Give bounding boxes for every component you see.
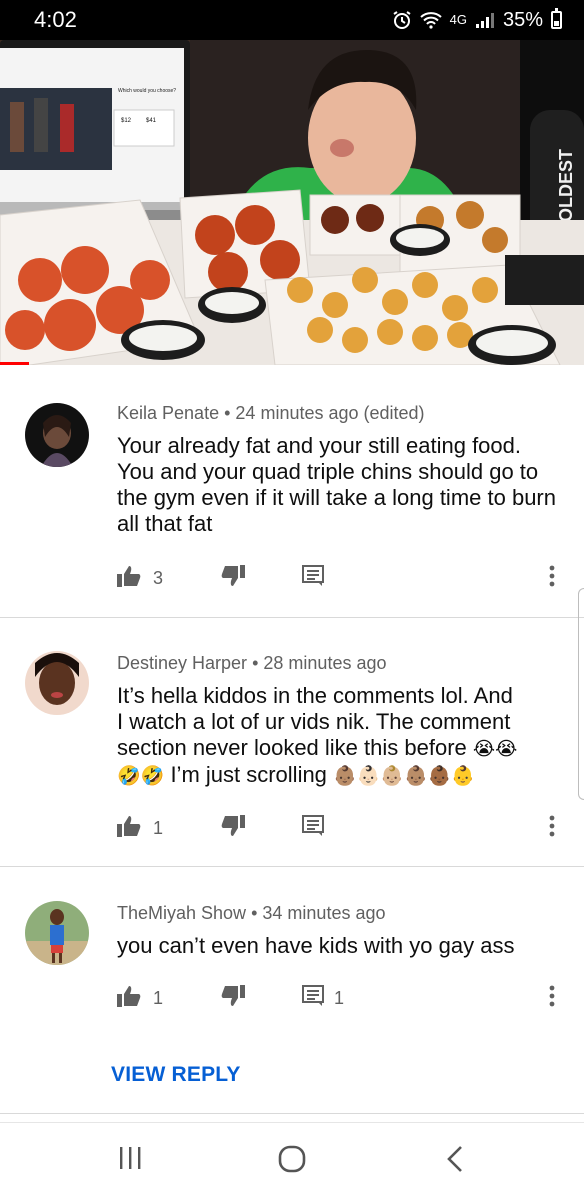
scrollbar-handle[interactable] <box>578 588 584 800</box>
avatar[interactable] <box>25 651 89 715</box>
comment-time: 28 minutes ago <box>263 653 387 673</box>
comment-text: Your already fat and your still eating f… <box>117 433 556 536</box>
battery-fill <box>554 21 559 26</box>
comment-divider <box>0 617 584 618</box>
view-reply-button[interactable]: VIEW REPLY <box>111 1063 241 1087</box>
dislike-button[interactable] <box>221 815 245 842</box>
comment-icon <box>302 985 324 1012</box>
alarm-icon <box>392 10 412 30</box>
reply-count: 1 <box>334 988 345 1008</box>
video-frame: Which would you choose? $12 $41 COLDEST <box>0 40 584 365</box>
comment-meta: Keila Penate • 24 minutes ago (edited) <box>117 403 425 424</box>
comment-text: It’s hella kiddos in the comments lol. A… <box>117 683 557 789</box>
comment-line: section never looked like this before 😭😭 <box>117 735 557 762</box>
avatar[interactable] <box>25 403 89 467</box>
comment-line: I watch a lot of ur vids nik. The commen… <box>117 709 511 734</box>
comment-actions: 1 <box>117 815 567 845</box>
more-vert-icon <box>549 565 555 592</box>
comment-meta: Destiney Harper • 28 minutes ago <box>117 653 387 674</box>
meta-separator: • <box>251 903 258 923</box>
status-time: 4:02 <box>34 7 77 32</box>
battery-icon <box>551 8 562 29</box>
video-progress-bar[interactable] <box>0 362 30 365</box>
thumbs-down-icon <box>221 565 245 592</box>
like-button[interactable]: 1 <box>117 815 163 842</box>
comment-text: you can’t even have kids with yo gay ass <box>117 933 515 958</box>
battery-percent: 35% <box>502 8 543 31</box>
more-vert-icon <box>549 985 555 1012</box>
video-player[interactable]: Which would you choose? $12 $41 COLDEST <box>0 40 584 365</box>
more-options-button[interactable] <box>549 565 555 592</box>
comment-line: 🤣🤣 I’m just scrolling 👶🏽👶🏻👶🏼👶🏽👶🏾👶 <box>117 762 557 789</box>
thumbs-down-icon <box>221 815 245 842</box>
comment-author[interactable]: Keila Penate <box>117 403 219 423</box>
more-options-button[interactable] <box>549 815 555 842</box>
comment-author[interactable]: TheMiyah Show <box>117 903 246 923</box>
dislike-button[interactable] <box>221 565 245 592</box>
like-count: 3 <box>153 568 164 588</box>
comment-icon <box>302 815 324 842</box>
laughing-emoji: 🤣🤣 <box>117 765 165 787</box>
comment-divider <box>0 866 584 867</box>
crying-emoji: 😭😭 <box>472 738 518 760</box>
avatar[interactable] <box>25 901 89 965</box>
reply-button[interactable] <box>302 815 334 842</box>
home-icon[interactable] <box>278 1145 306 1178</box>
network-type: 4G <box>449 12 467 27</box>
signal-icon <box>475 11 495 29</box>
comment-meta: TheMiyah Show • 34 minutes ago <box>117 903 386 924</box>
reply-button[interactable] <box>302 565 334 592</box>
android-nav-bar <box>0 1122 584 1200</box>
laptop-price-left: $12 <box>121 118 132 124</box>
baby-emoji: 👶🏽👶🏻👶🏼👶🏽👶🏾👶 <box>333 765 475 787</box>
back-icon[interactable] <box>446 1145 464 1178</box>
like-button[interactable]: 3 <box>117 565 163 592</box>
thumbs-down-icon <box>221 985 245 1012</box>
like-count: 1 <box>153 988 164 1008</box>
laptop-price-right: $41 <box>146 118 157 124</box>
thumbs-up-icon <box>117 815 141 842</box>
comment-line-text: section never looked like this before <box>117 735 467 760</box>
like-count: 1 <box>153 818 164 838</box>
comment-divider <box>0 1113 584 1114</box>
comment-time: 34 minutes ago <box>262 903 386 923</box>
comment-actions: 1 1 <box>117 985 567 1015</box>
comment-icon <box>302 565 324 592</box>
more-options-button[interactable] <box>549 985 555 1012</box>
like-button[interactable]: 1 <box>117 985 163 1012</box>
comment-line: It’s hella kiddos in the comments lol. A… <box>117 683 513 708</box>
comment-actions: 3 <box>117 565 567 595</box>
dislike-button[interactable] <box>221 985 245 1012</box>
thumbs-up-icon <box>117 565 141 592</box>
meta-separator: • <box>252 653 259 673</box>
more-vert-icon <box>549 815 555 842</box>
status-bar: 4:02 4G 35% <box>0 0 584 40</box>
comment-time: 24 minutes ago (edited) <box>235 403 425 423</box>
comment-author[interactable]: Destiney Harper <box>117 653 247 673</box>
thumbs-up-icon <box>117 985 141 1012</box>
laptop-screen-title: Which would you choose? <box>118 88 176 94</box>
meta-separator: • <box>224 403 231 423</box>
reply-button[interactable]: 1 <box>302 985 344 1012</box>
comment-line-text: I’m just scrolling <box>164 762 334 787</box>
status-icons: 4G 35% <box>392 8 562 32</box>
recent-apps-icon[interactable] <box>118 1145 142 1176</box>
wifi-icon <box>419 11 442 29</box>
